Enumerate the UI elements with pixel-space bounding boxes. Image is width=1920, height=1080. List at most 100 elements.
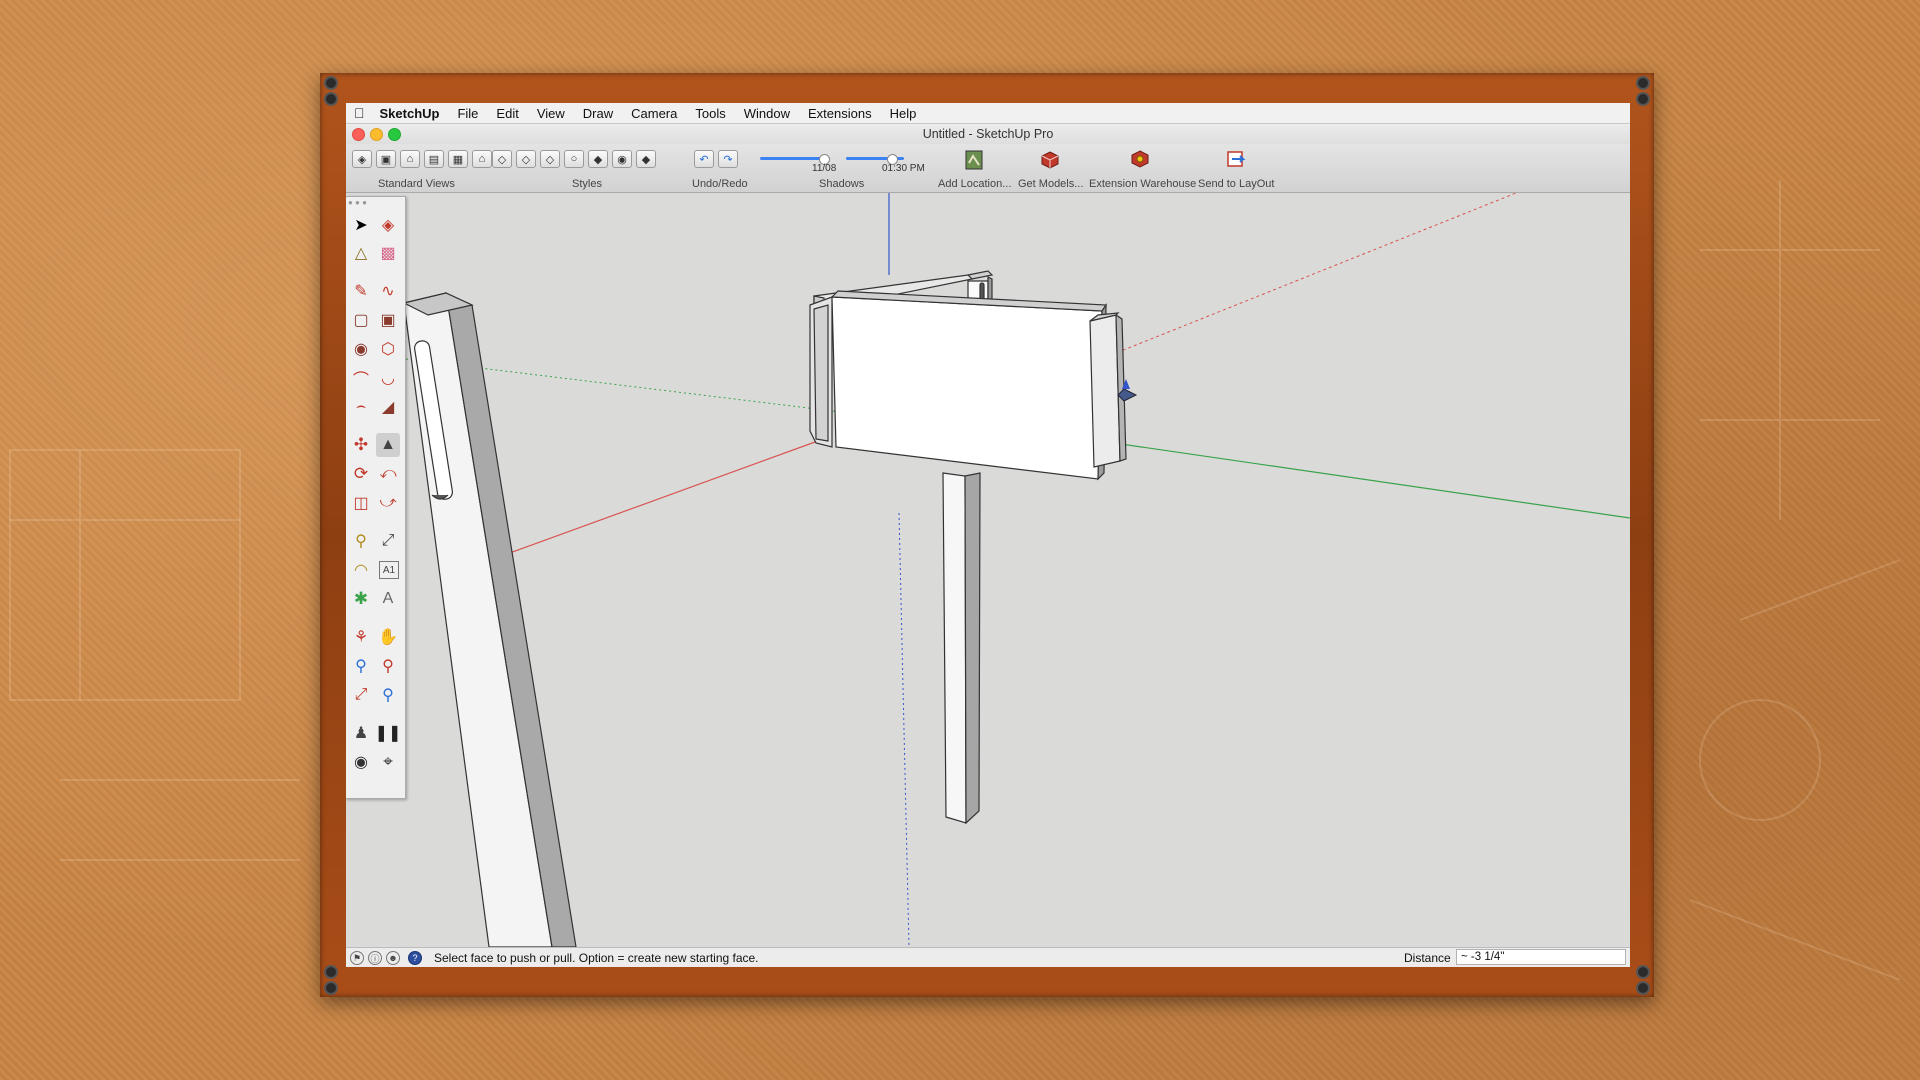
protractor-tool-icon[interactable]: ◠ <box>349 558 373 582</box>
redo-icon[interactable]: ↷ <box>718 150 738 168</box>
extension-warehouse-icon[interactable] <box>1129 149 1151 171</box>
polygon-tool-icon[interactable]: ⬡ <box>376 337 400 361</box>
wireframe-style-icon[interactable]: ◇ <box>540 150 560 168</box>
menu-view[interactable]: View <box>528 106 574 121</box>
xray-style-icon[interactable]: ◇ <box>492 150 512 168</box>
position-camera-tool-icon[interactable]: ♟ <box>349 721 373 745</box>
select-tool-icon[interactable]: ➤ <box>349 213 373 237</box>
rotated-rectangle-tool-icon[interactable]: ▣ <box>376 308 400 332</box>
move-tool-icon[interactable]: ✣ <box>349 433 373 457</box>
frame-bolt <box>326 78 336 88</box>
frame-bolt <box>326 983 336 993</box>
previous-view-tool-icon[interactable]: ⚲ <box>376 683 400 707</box>
make-component-tool-icon[interactable]: ◈ <box>376 213 400 237</box>
scale-tool-icon[interactable]: ◫ <box>349 491 373 515</box>
zoom-window-tool-icon[interactable]: ⚲ <box>376 654 400 678</box>
measurement-input[interactable]: ~ -3 1/4" <box>1456 949 1626 965</box>
standard-views-group: ◈ ▣ ⌂ ▤ ▦ ⌂ <box>352 150 492 168</box>
extension-warehouse-label[interactable]: Extension Warehouse <box>1089 178 1196 190</box>
apple-menu-icon[interactable]:  <box>346 105 371 121</box>
menu-help[interactable]: Help <box>881 106 926 121</box>
frame-bolt <box>1638 94 1648 104</box>
menu-tools[interactable]: Tools <box>686 106 734 121</box>
iso-view-icon[interactable]: ◈ <box>352 150 372 168</box>
get-models-icon[interactable] <box>1039 149 1061 171</box>
send-to-layout-icon[interactable] <box>1225 149 1247 171</box>
toolbar: ◈ ▣ ⌂ ▤ ▦ ⌂ Standard Views ◇ ◇ ◇ ○ ◆ ◉ ◆… <box>346 144 1630 193</box>
status-bar: ⚑ ⓘ ☻ ? Select face to push or pull. Opt… <box>346 947 1630 967</box>
look-around-tool-icon[interactable]: ◉ <box>349 750 373 774</box>
window-title: Untitled - SketchUp Pro <box>922 127 1054 141</box>
menu-edit[interactable]: Edit <box>487 106 527 121</box>
user-icon[interactable]: ☻ <box>386 951 400 965</box>
standard-views-label: Standard Views <box>378 178 455 190</box>
left-cap[interactable] <box>809 296 833 448</box>
rotate-tool-icon[interactable]: ⟳ <box>349 462 373 486</box>
front-view-icon[interactable]: ⌂ <box>400 150 420 168</box>
back-view-icon[interactable]: ▦ <box>448 150 468 168</box>
frame-bolt <box>1638 983 1648 993</box>
paint-bucket-tool-icon[interactable]: △ <box>349 241 373 265</box>
model-viewport[interactable] <box>346 193 1630 947</box>
walk-tool-icon[interactable]: ❚❚ <box>375 721 402 745</box>
add-location-icon[interactable] <box>963 149 985 171</box>
menu-file[interactable]: File <box>448 106 487 121</box>
shadow-time: 01:30 PM <box>882 163 925 174</box>
back-edges-style-icon[interactable]: ◇ <box>516 150 536 168</box>
right-cap[interactable] <box>1089 312 1127 468</box>
3d-text-tool-icon[interactable]: A <box>376 587 400 611</box>
section-plane-tool-icon[interactable]: ⌖ <box>376 750 400 774</box>
red-axis <box>495 437 827 559</box>
two-point-arc-tool-icon[interactable]: ◡ <box>376 366 400 390</box>
hidden-line-style-icon[interactable]: ○ <box>564 150 584 168</box>
send-to-layout-label[interactable]: Send to LayOut <box>1198 178 1274 190</box>
rectangle-tool-icon[interactable]: ▢ <box>349 308 373 332</box>
red-axis-dashed <box>1105 193 1517 358</box>
push-pull-tool-icon[interactable]: ▲ <box>376 433 400 457</box>
menu-extensions[interactable]: Extensions <box>799 106 881 121</box>
menu-camera[interactable]: Camera <box>622 106 686 121</box>
pan-tool-icon[interactable]: ✋ <box>376 625 400 649</box>
orbit-tool-icon[interactable]: ⚘ <box>349 625 373 649</box>
get-models-label[interactable]: Get Models... <box>1018 178 1083 190</box>
three-point-arc-tool-icon[interactable]: ⌢ <box>349 395 373 419</box>
sketchup-window:  SketchUp File Edit View Draw Camera To… <box>346 103 1630 967</box>
monochrome-style-icon[interactable]: ◆ <box>636 150 656 168</box>
right-view-icon[interactable]: ▤ <box>424 150 444 168</box>
palette-close-dots-icon: ● ● ● <box>348 197 367 207</box>
styles-label: Styles <box>572 178 602 190</box>
freehand-tool-icon[interactable]: ∿ <box>376 279 400 303</box>
support-post[interactable] <box>942 472 981 825</box>
undo-redo-group: ↶ ↷ <box>694 150 738 168</box>
circle-tool-icon[interactable]: ◉ <box>349 337 373 361</box>
menu-draw[interactable]: Draw <box>574 106 622 121</box>
shaded-style-icon[interactable]: ◆ <box>588 150 608 168</box>
geo-location-icon[interactable]: ⚑ <box>350 951 364 965</box>
dimension-tool-icon[interactable]: ⤢ <box>376 529 400 553</box>
axes-tool-icon[interactable]: ✱ <box>349 587 373 611</box>
top-view-icon[interactable]: ▣ <box>376 150 396 168</box>
menu-window[interactable]: Window <box>735 106 799 121</box>
add-location-label[interactable]: Add Location... <box>938 178 1011 190</box>
pie-tool-icon[interactable]: ◢ <box>376 395 400 419</box>
line-tool-icon[interactable]: ✎ <box>349 279 373 303</box>
offset-tool-icon[interactable]: ⤻ <box>376 491 400 515</box>
shaded-textures-style-icon[interactable]: ◉ <box>612 150 632 168</box>
zoom-extents-tool-icon[interactable]: ⤢ <box>349 683 373 707</box>
eraser-tool-icon[interactable]: ▩ <box>376 241 400 265</box>
model-scene[interactable] <box>346 193 1630 947</box>
near-post[interactable] <box>402 291 577 947</box>
credits-icon[interactable]: ⓘ <box>368 951 382 965</box>
undo-icon[interactable]: ↶ <box>694 150 714 168</box>
follow-me-tool-icon[interactable]: ⤺ <box>376 462 400 486</box>
tape-measure-tool-icon[interactable]: ⚲ <box>349 529 373 553</box>
arc-tool-icon[interactable]: ⌒ <box>349 366 373 390</box>
left-view-icon[interactable]: ⌂ <box>472 150 492 168</box>
frame-bolt <box>326 967 336 977</box>
zoom-tool-icon[interactable]: ⚲ <box>349 654 373 678</box>
frame-bolt <box>1638 78 1648 88</box>
text-tool-icon[interactable]: A1 <box>379 561 399 579</box>
sign-panel[interactable] <box>830 290 1108 481</box>
menu-app-sketchup[interactable]: SketchUp <box>371 106 449 121</box>
instructor-help-icon[interactable]: ? <box>408 951 422 965</box>
